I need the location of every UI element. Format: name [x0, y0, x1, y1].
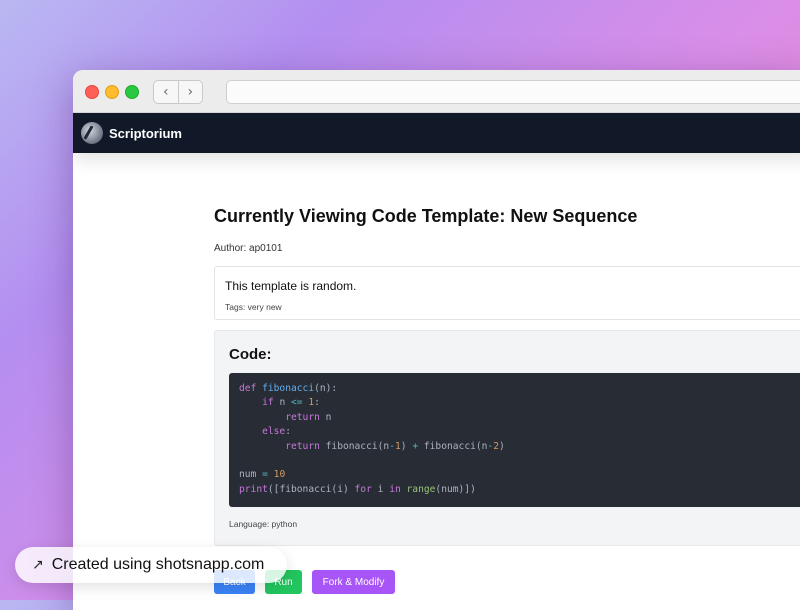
- code-token: ([fibonacci(i): [267, 483, 355, 495]
- code-line: return n: [239, 411, 800, 425]
- language-label: Language: python: [229, 519, 298, 529]
- code-token: 10: [267, 469, 286, 481]
- code-token: range: [406, 483, 436, 495]
- code-line: if n <= 1:: [239, 396, 800, 410]
- code-token: print: [239, 483, 268, 495]
- code-line: def fibonacci(n):: [239, 382, 800, 396]
- code-token: n: [325, 411, 332, 423]
- code-line: return fibonacci(n-1) + fibonacci(n-2): [239, 440, 800, 454]
- code-token: def: [239, 383, 263, 394]
- code-token: :: [314, 397, 320, 409]
- action-buttons: Back Run Fork & Modify: [214, 570, 800, 594]
- code-line: num = 10: [239, 468, 800, 482]
- minimize-window-button[interactable]: [105, 85, 119, 99]
- browser-titlebar: ‹ ›: [73, 70, 800, 113]
- badge-text: Created using shotsnapp.com: [51, 556, 265, 573]
- code-token: ): [400, 440, 413, 452]
- code-token: <=: [291, 397, 303, 409]
- code-token: fibonacci(n: [418, 440, 488, 452]
- forward-arrow-icon[interactable]: ›: [179, 81, 203, 103]
- template-description: This template is random.: [225, 279, 357, 293]
- quill-logo-icon[interactable]: [81, 122, 103, 144]
- maximize-window-button[interactable]: [125, 85, 139, 99]
- code-token: return: [285, 411, 326, 423]
- code-line: print([fibonacci(i) for i in range(num)]…: [239, 483, 800, 497]
- brand-name[interactable]: Scriptorium: [109, 126, 182, 141]
- code-token: :: [285, 426, 291, 438]
- template-content: Currently Viewing Code Template: New Seq…: [214, 152, 800, 594]
- shotsnapp-badge[interactable]: ↗ Created using shotsnapp.com: [15, 547, 287, 583]
- code-token: (n):: [314, 383, 338, 394]
- description-card: This template is random. Tags: very new: [214, 266, 800, 320]
- code-token: i: [377, 483, 390, 495]
- code-token: if: [262, 397, 280, 409]
- code-card: Code: def fibonacci(n): if n <= 1: retur…: [214, 330, 800, 546]
- code-token: else: [262, 426, 286, 438]
- back-arrow-icon[interactable]: ‹: [154, 81, 179, 103]
- code-token: return: [285, 440, 326, 452]
- code-token: in: [389, 483, 407, 495]
- author-label: Author: ap0101: [214, 243, 283, 254]
- browser-window: ‹ › Scriptorium Currently Viewing Code T…: [73, 70, 800, 610]
- code-token: (num)]): [435, 483, 476, 495]
- page-title: Currently Viewing Code Template: New Seq…: [214, 206, 638, 226]
- code-token: 1: [302, 397, 315, 409]
- code-block[interactable]: def fibonacci(n): if n <= 1: return n el…: [229, 373, 800, 507]
- code-token: num: [239, 469, 263, 481]
- code-token: for: [354, 483, 378, 495]
- code-token: n: [279, 397, 291, 409]
- close-window-button[interactable]: [85, 85, 99, 99]
- code-token: fibonacci: [262, 383, 315, 394]
- browser-nav-buttons: ‹ ›: [153, 80, 203, 104]
- fork-modify-button[interactable]: Fork & Modify: [312, 570, 395, 594]
- code-heading: Code:: [229, 346, 272, 363]
- code-token: fibonacci(n: [325, 440, 390, 452]
- app-navbar: Scriptorium: [73, 113, 800, 153]
- address-bar[interactable]: [226, 80, 800, 104]
- tags-label: Tags: very new: [225, 302, 282, 312]
- code-line: else:: [239, 425, 800, 439]
- arrow-up-right-icon: ↗: [32, 557, 44, 573]
- code-token: ): [498, 440, 505, 452]
